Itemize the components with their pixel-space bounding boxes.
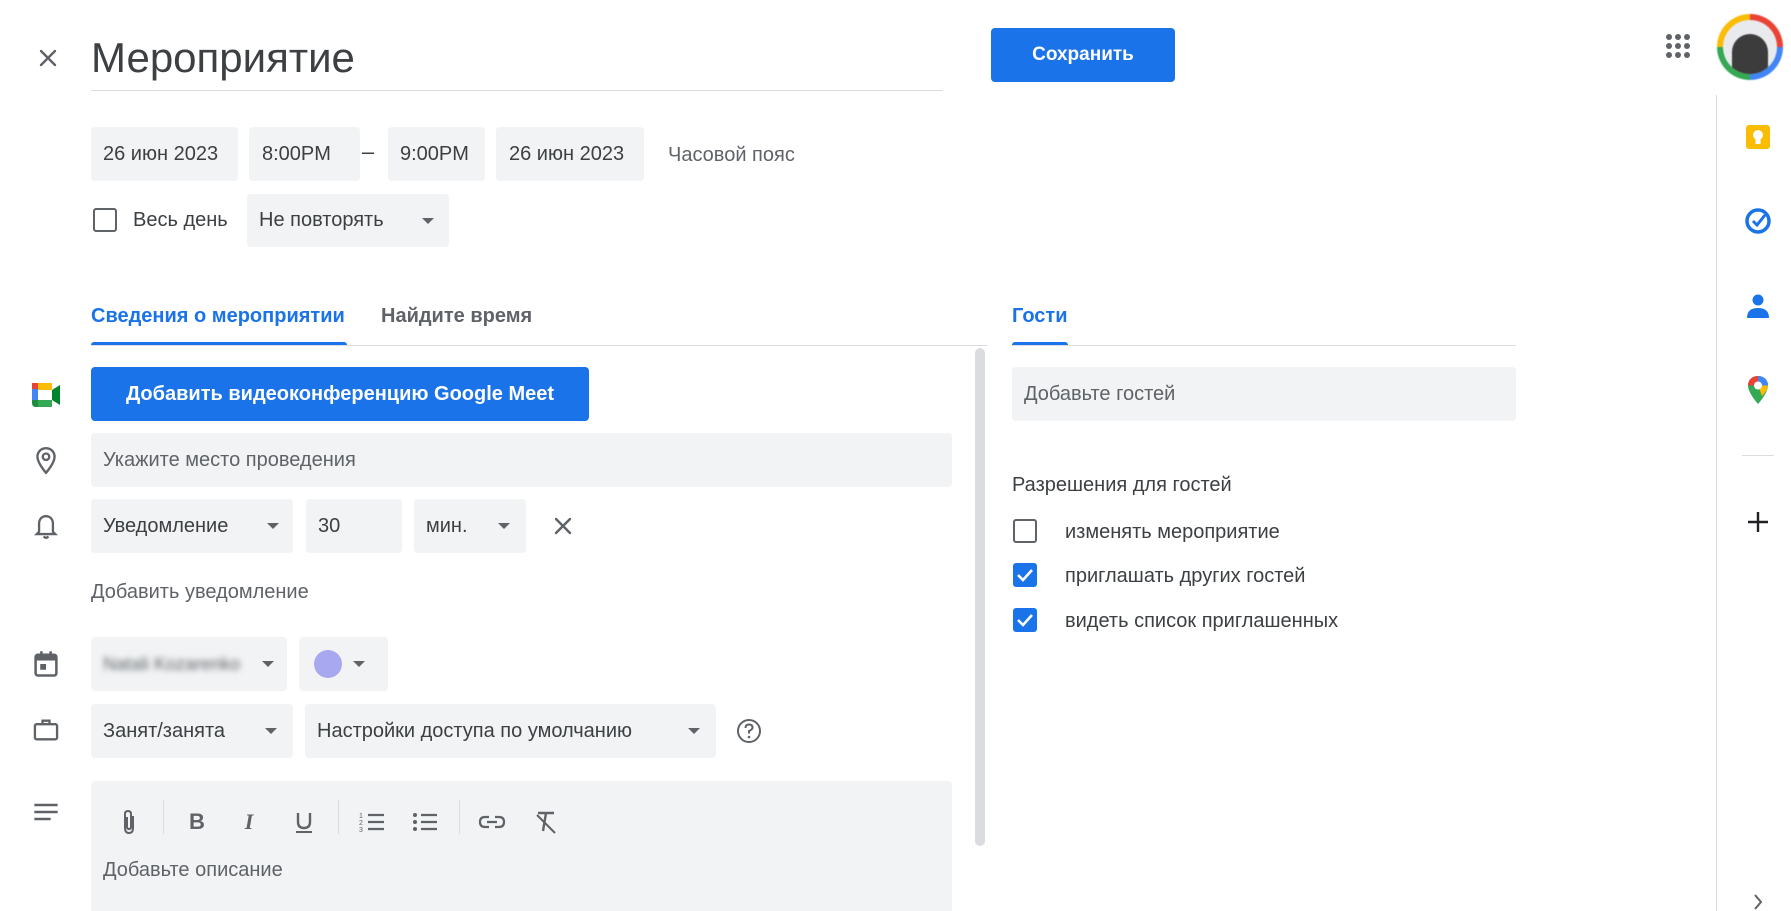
apps-button[interactable]: [1662, 30, 1694, 62]
calendar-icon: [32, 649, 60, 679]
close-icon: [554, 517, 572, 535]
checkmark-icon: [1017, 569, 1033, 582]
page-title: Мероприятие: [91, 34, 355, 81]
add-google-meet-button[interactable]: Добавить видеоконференцию Google Meet: [91, 367, 589, 421]
bold-icon[interactable]: B: [182, 807, 212, 837]
google-meet-icon: [30, 379, 62, 411]
start-date-field[interactable]: 26 июн 2023: [91, 127, 238, 181]
time-range-dash: –: [361, 139, 375, 164]
permission-see-list-label: видеть список приглашенных: [1065, 610, 1339, 632]
description-icon: [32, 800, 60, 824]
briefcase-icon: [32, 716, 60, 744]
guest-permissions-title: Разрешения для гостей: [1012, 474, 1232, 496]
permission-modify-checkbox[interactable]: [1013, 519, 1037, 543]
add-addon-icon[interactable]: [1742, 506, 1774, 538]
underline-icon[interactable]: [289, 807, 319, 837]
notification-unit-select[interactable]: мин.: [414, 499, 526, 553]
description-editor[interactable]: Добавьте описание: [91, 781, 952, 911]
visibility-select[interactable]: Настройки доступа по умолчанию: [305, 704, 716, 758]
checkmark-icon: [1017, 614, 1033, 627]
save-button[interactable]: Сохранить: [991, 28, 1175, 82]
tab-find-time[interactable]: Найдите время: [381, 296, 532, 346]
contacts-icon[interactable]: [1742, 290, 1774, 322]
repeat-select[interactable]: Не повторять: [247, 194, 449, 247]
chevron-right-icon[interactable]: [1742, 893, 1774, 911]
details-scrollbar[interactable]: [975, 348, 985, 846]
calendar-owner-select[interactable]: Natali Kozarenko: [91, 637, 287, 691]
keep-icon[interactable]: [1742, 121, 1774, 153]
chevron-down-icon: [267, 523, 279, 529]
location-input[interactable]: Укажите место проведения: [91, 433, 952, 487]
location-pin-icon: [32, 446, 60, 476]
apps-grid-icon: [1666, 34, 1690, 58]
end-time-field[interactable]: 9:00PM: [388, 127, 485, 181]
help-button[interactable]: [734, 716, 764, 746]
clear-format-icon[interactable]: [531, 807, 561, 837]
color-swatch: [314, 650, 342, 678]
permission-modify-label: изменять мероприятие: [1065, 521, 1280, 543]
guests-divider: [1012, 345, 1516, 346]
svg-text:1: 1: [359, 813, 363, 820]
bulleted-list-icon[interactable]: [410, 807, 440, 837]
start-time-field[interactable]: 8:00PM: [249, 127, 360, 181]
chevron-down-icon: [265, 728, 277, 734]
add-guests-input[interactable]: Добавьте гостей: [1012, 367, 1516, 421]
calendar-color-select[interactable]: [299, 637, 388, 691]
end-date-field[interactable]: 26 июн 2023: [496, 127, 644, 181]
close-button[interactable]: [30, 40, 66, 76]
busy-status-select[interactable]: Занят/занята: [91, 704, 293, 758]
close-icon: [39, 49, 57, 67]
all-day-label: Весь день: [133, 209, 228, 231]
remove-notification-button[interactable]: [548, 511, 578, 541]
tab-event-details[interactable]: Сведения о мероприятии: [91, 296, 347, 346]
maps-icon[interactable]: [1742, 374, 1774, 406]
chevron-down-icon: [353, 661, 365, 667]
link-icon[interactable]: [477, 807, 507, 837]
chevron-down-icon: [498, 523, 510, 529]
permission-invite-label: приглашать других гостей: [1065, 565, 1306, 587]
permission-invite-checkbox[interactable]: [1013, 563, 1037, 587]
notification-amount-input[interactable]: 30: [306, 499, 402, 553]
tab-guests[interactable]: Гости: [1012, 296, 1068, 346]
title-input[interactable]: Мероприятие: [91, 28, 943, 91]
svg-text:3: 3: [359, 827, 363, 834]
add-notification-link[interactable]: Добавить уведомление: [91, 581, 309, 604]
bell-icon: [32, 511, 60, 541]
timezone-button[interactable]: Часовой пояс: [658, 140, 805, 170]
tasks-icon[interactable]: [1742, 205, 1774, 237]
tabs-divider: [91, 345, 987, 346]
attach-icon[interactable]: [114, 807, 144, 837]
numbered-list-icon[interactable]: 123: [357, 807, 387, 837]
avatar[interactable]: [1717, 14, 1783, 80]
chevron-down-icon: [422, 218, 434, 224]
chevron-down-icon: [262, 661, 274, 667]
permission-see-list-checkbox[interactable]: [1013, 608, 1037, 632]
italic-icon[interactable]: I: [234, 807, 264, 837]
chevron-down-icon: [688, 728, 700, 734]
notification-type-select[interactable]: Уведомление: [91, 499, 293, 553]
svg-text:2: 2: [359, 820, 363, 827]
all-day-checkbox[interactable]: [93, 208, 117, 232]
help-icon: [737, 719, 761, 743]
